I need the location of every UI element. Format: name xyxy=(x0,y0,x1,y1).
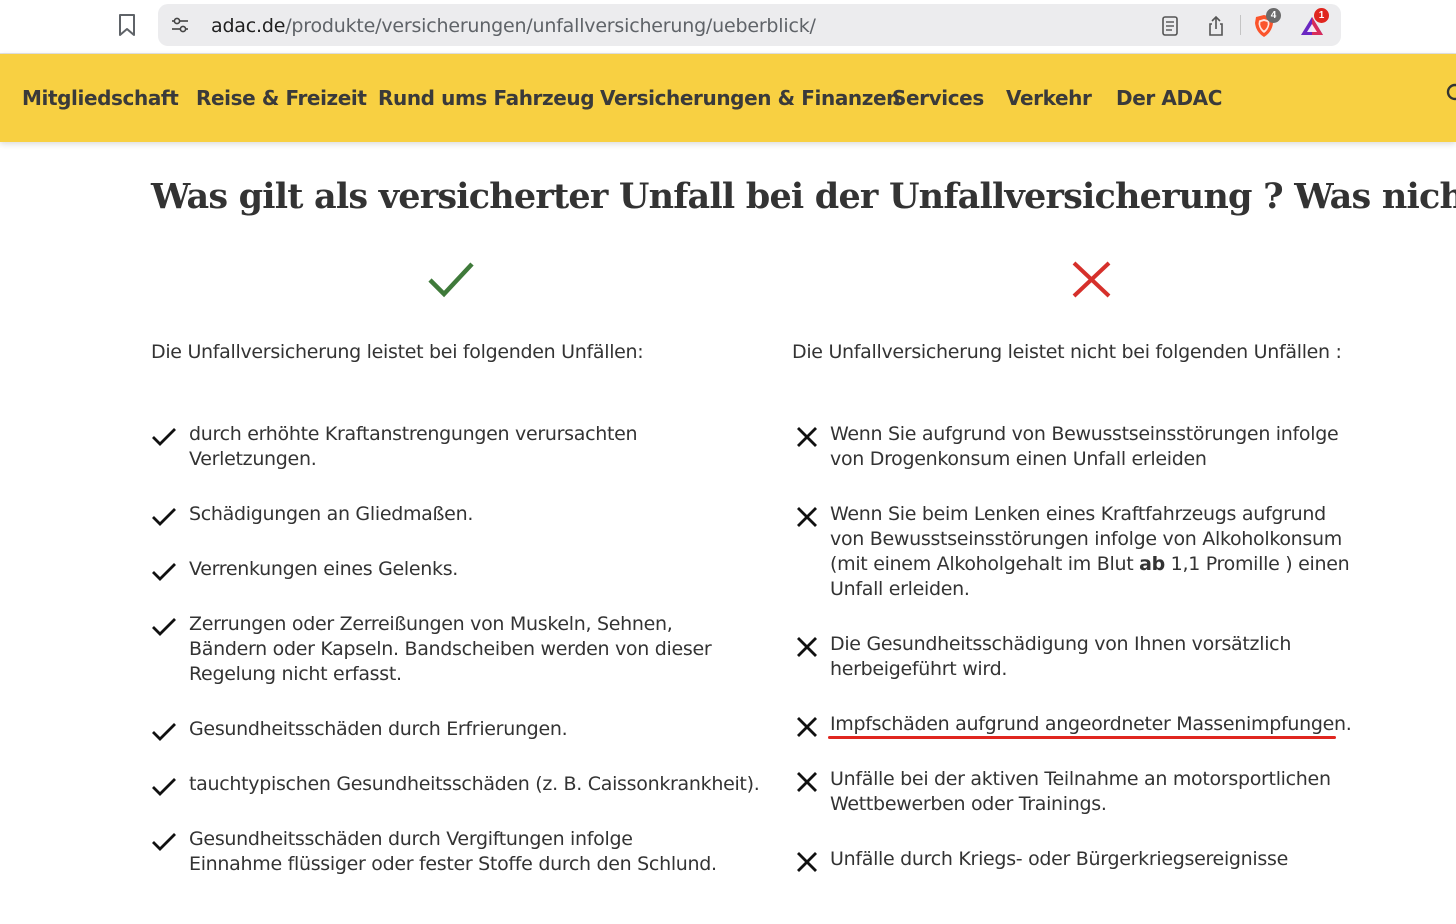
url-domain: adac.de xyxy=(211,15,286,37)
list-item-text: Schädigungen an Gliedmaßen. xyxy=(189,503,474,525)
main-navigation: Mitgliedschaft Reise & Freizeit Rund ums… xyxy=(0,54,1456,142)
cross-icon xyxy=(797,637,817,657)
url-path: /produkte/versicherungen/unfallversicher… xyxy=(285,15,816,37)
red-underline-annotation xyxy=(828,736,1336,739)
brave-shields-icon[interactable]: 4 xyxy=(1252,8,1281,38)
check-icon xyxy=(152,618,176,636)
reader-mode-icon[interactable] xyxy=(1158,14,1182,38)
check-icon xyxy=(152,563,176,581)
covered-intro: Die Unfallversicherung leistet bei folge… xyxy=(151,341,644,363)
nav-item-verkehr[interactable]: Verkehr xyxy=(1006,86,1092,110)
list-item-text: Wenn Sie beim Lenken eines Kraftfahrzeug… xyxy=(830,502,1360,602)
nav-item-mitgliedschaft[interactable]: Mitgliedschaft xyxy=(22,86,179,110)
cross-icon xyxy=(797,717,817,737)
cross-icon xyxy=(797,852,817,872)
shields-count-badge: 4 xyxy=(1266,8,1281,23)
list-item-text: Unfälle durch Kriegs- oder Bürgerkriegse… xyxy=(830,848,1288,870)
nav-item-der-adac[interactable]: Der ADAC xyxy=(1116,86,1222,110)
toolbar-divider xyxy=(1240,15,1241,35)
brave-rewards-icon[interactable]: 1 xyxy=(1300,8,1329,38)
list-item-text: Verrenkungen eines Gelenks. xyxy=(189,558,459,580)
share-icon[interactable] xyxy=(1204,14,1228,38)
excluded-cross-icon xyxy=(1068,256,1116,304)
nav-item-rund-ums-fahrzeug[interactable]: Rund ums Fahrzeug xyxy=(378,86,595,110)
url-text[interactable]: adac.de/produkte/versicherungen/unfallve… xyxy=(211,15,816,37)
list-item-text: Zerrungen oder Zerreißungen von Muskeln,… xyxy=(189,613,712,685)
list-item-text: Gesundheitsschäden durch Erfrierungen. xyxy=(189,718,568,740)
check-icon xyxy=(152,833,176,851)
covered-check-icon xyxy=(427,256,475,304)
list-item-text: Die Gesundheitsschädigung von Ihnen vors… xyxy=(830,633,1292,680)
search-icon[interactable] xyxy=(1444,82,1456,108)
nav-item-versicherungen-finanzen[interactable]: Versicherungen & Finanzen xyxy=(600,86,900,110)
list-item-text: Gesundheitsschäden durch Vergiftungen in… xyxy=(189,828,717,875)
list-item-text: Impfschäden aufgrund angeordneter Massen… xyxy=(830,713,1352,735)
nav-item-reise-freizeit[interactable]: Reise & Freizeit xyxy=(196,86,367,110)
browser-toolbar: adac.de/produkte/versicherungen/unfallve… xyxy=(0,0,1456,54)
check-icon xyxy=(152,778,176,796)
rewards-count-badge: 1 xyxy=(1314,8,1329,23)
page-heading: Was gilt als versicherter Unfall bei der… xyxy=(151,176,1456,217)
list-item-text: Wenn Sie aufgrund von Bewusstseinsstörun… xyxy=(830,423,1339,470)
nav-item-services[interactable]: Services xyxy=(892,86,984,110)
site-settings-icon[interactable] xyxy=(168,14,192,36)
cross-icon xyxy=(797,427,817,447)
cross-icon xyxy=(797,507,817,527)
address-bar[interactable]: adac.de/produkte/versicherungen/unfallve… xyxy=(158,4,1341,46)
check-icon xyxy=(152,723,176,741)
list-item-text: Unfälle bei der aktiven Teilnahme an mot… xyxy=(830,768,1331,815)
bookmark-icon[interactable] xyxy=(114,11,140,39)
list-item-text: durch erhöhte Kraftanstrengungen verursa… xyxy=(189,423,638,470)
list-item-text-bold: ab xyxy=(1139,553,1165,575)
check-icon xyxy=(152,428,176,446)
cross-icon xyxy=(797,772,817,792)
check-icon xyxy=(152,508,176,526)
list-item-text: tauchtypischen Gesundheitsschäden (z. B.… xyxy=(189,773,760,795)
excluded-intro: Die Unfallversicherung leistet nicht bei… xyxy=(792,341,1342,363)
